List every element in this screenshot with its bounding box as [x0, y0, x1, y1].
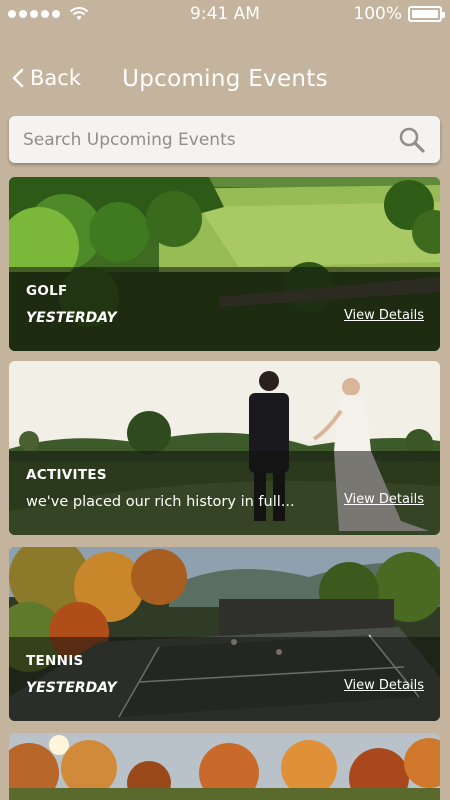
- wifi-icon: [69, 7, 89, 20]
- event-card-activites[interactable]: ACTIVITES we've placed our rich history …: [9, 361, 440, 535]
- nav-bar: Back Upcoming Events: [0, 56, 450, 106]
- event-title: TENNIS: [26, 653, 84, 669]
- search-input[interactable]: [23, 129, 398, 150]
- page-title: Upcoming Events: [122, 66, 328, 92]
- view-details-link[interactable]: View Details: [344, 308, 424, 323]
- battery-icon: [408, 6, 445, 22]
- event-title: ACTIVITES: [26, 467, 107, 483]
- signal-icon: [8, 6, 89, 22]
- search-icon[interactable]: [398, 126, 426, 154]
- event-description: we've placed our rich history in full...: [26, 494, 295, 510]
- event-card-tennis[interactable]: TENNIS YESTERDAY View Details: [9, 547, 440, 721]
- autumn-landscape-image: [9, 733, 440, 800]
- search-bar: [9, 116, 440, 163]
- status-bar: 9:41 AM 100%: [0, 0, 450, 28]
- event-card-partial[interactable]: [9, 733, 440, 800]
- event-date: YESTERDAY: [26, 680, 117, 696]
- event-card-golf[interactable]: GOLF YESTERDAY View Details: [9, 177, 440, 351]
- view-details-link[interactable]: View Details: [344, 678, 424, 693]
- event-title: GOLF: [26, 283, 68, 299]
- event-date: YESTERDAY: [26, 310, 117, 326]
- view-details-link[interactable]: View Details: [344, 492, 424, 507]
- battery-percent: 100%: [353, 4, 402, 24]
